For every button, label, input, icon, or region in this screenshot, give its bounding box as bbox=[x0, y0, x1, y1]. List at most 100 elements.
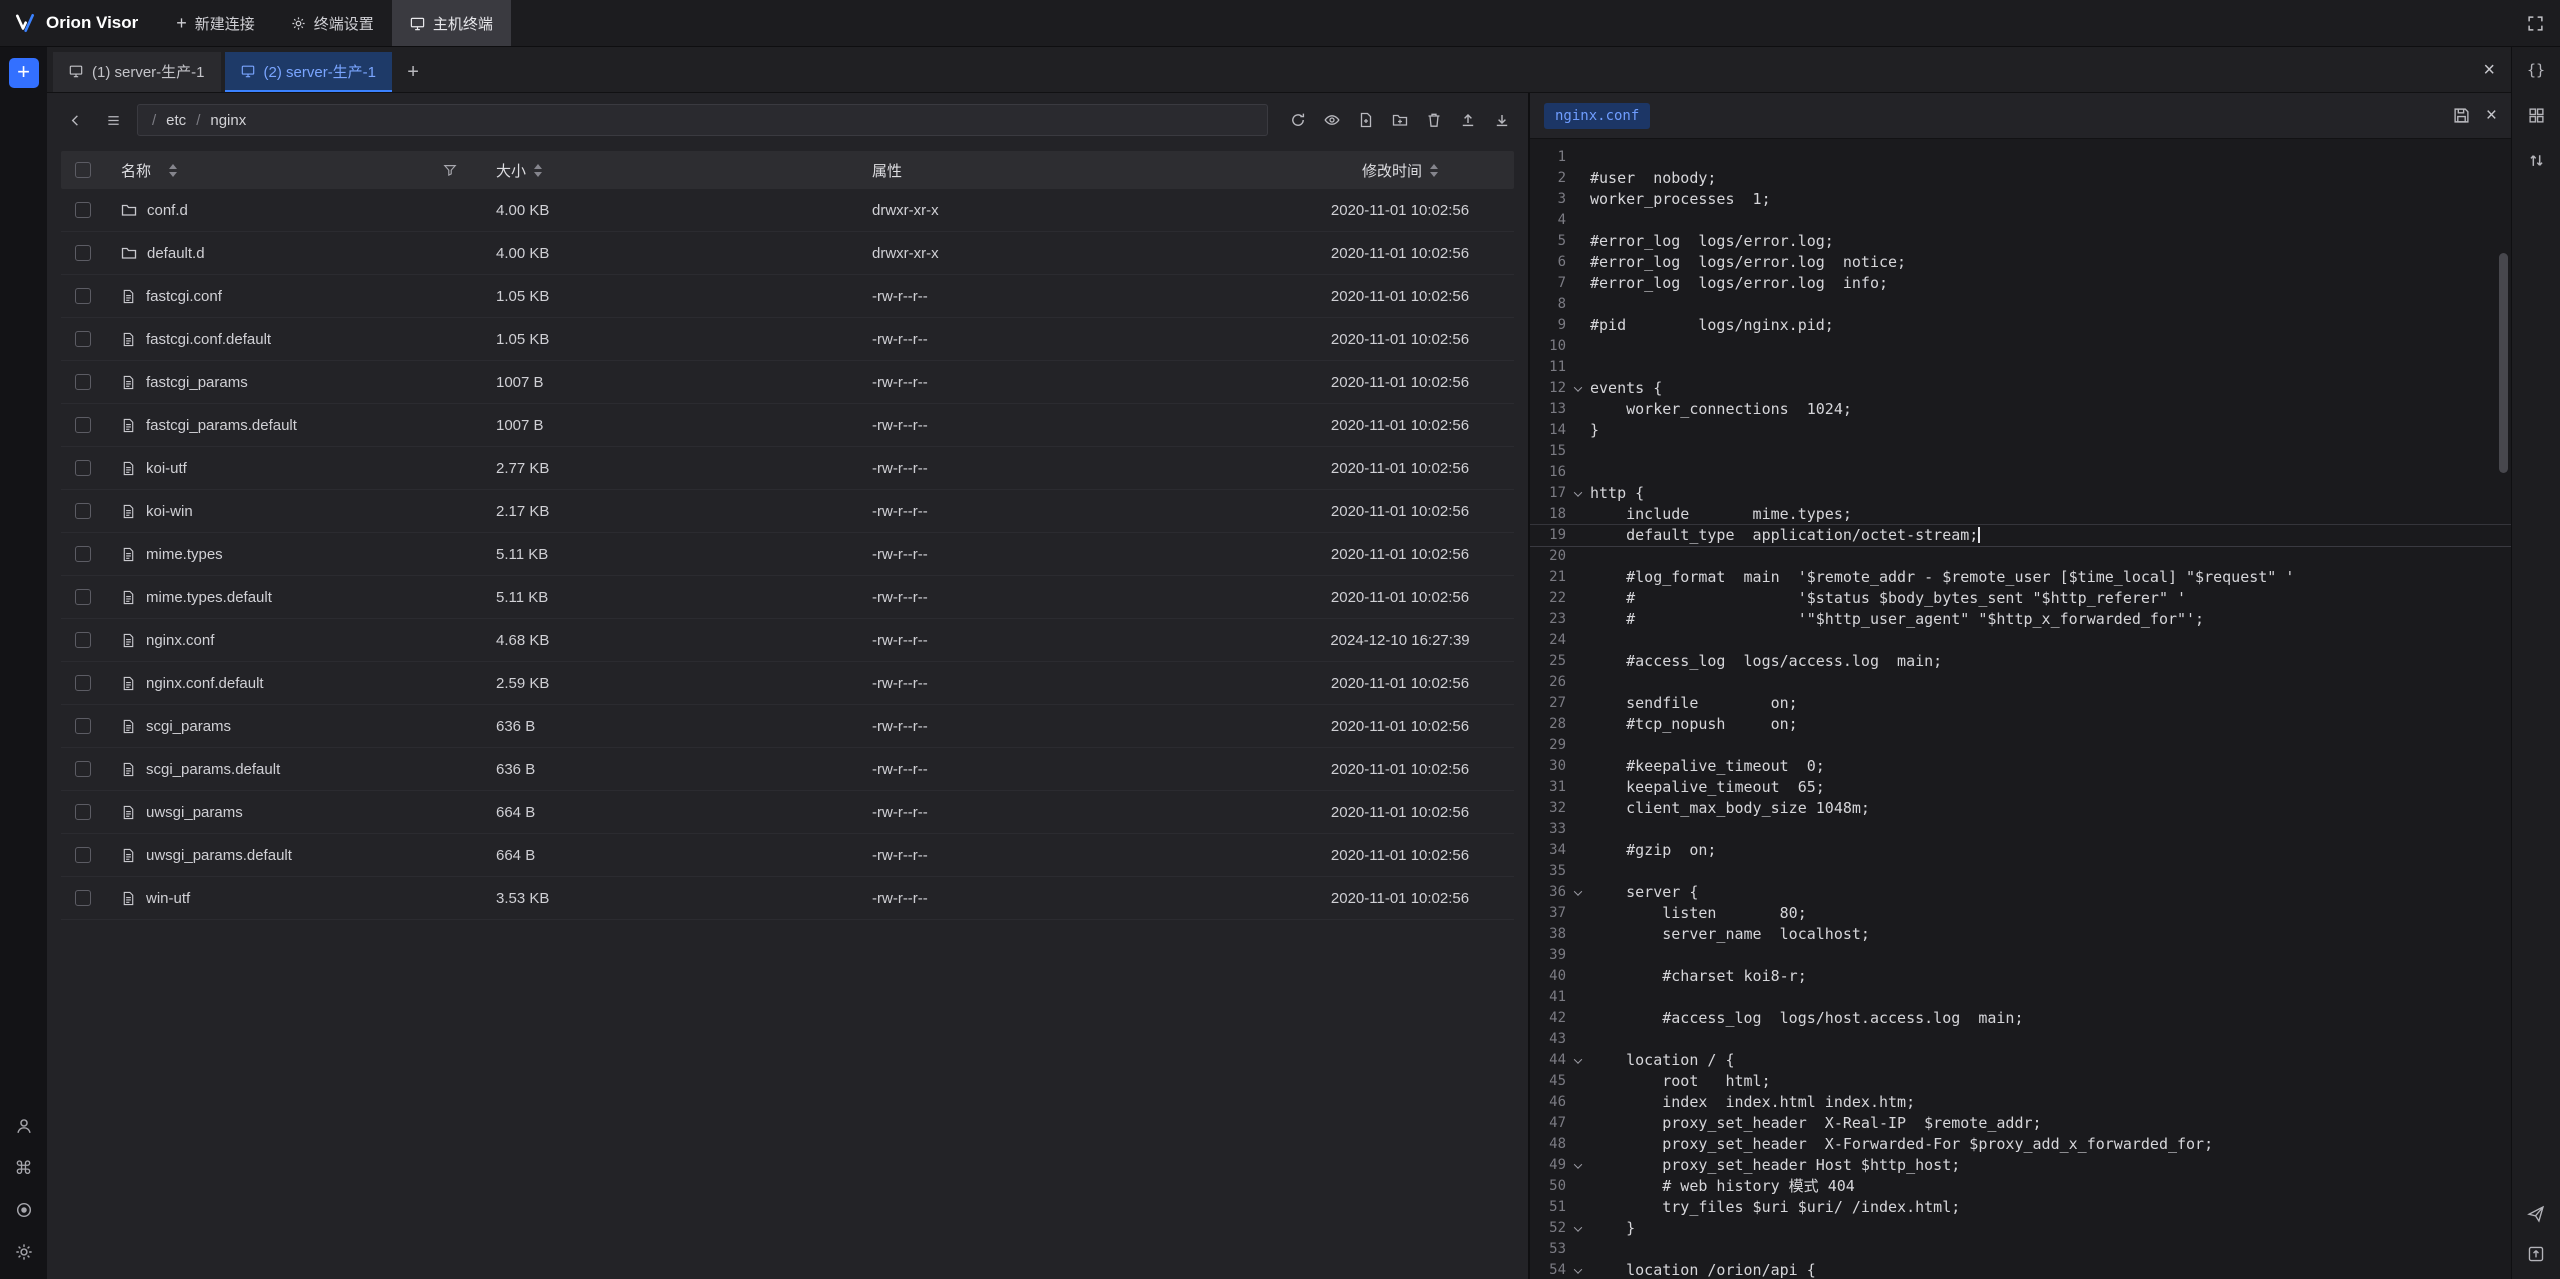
command-shortcut-icon[interactable]: ⌘ bbox=[15, 1159, 33, 1177]
code-line[interactable]: 46 index index.html index.htm; bbox=[1530, 1092, 2511, 1113]
close-panel-icon[interactable]: × bbox=[2483, 60, 2495, 80]
code-line[interactable]: 32 client_max_body_size 1048m; bbox=[1530, 798, 2511, 819]
screenshot-box-icon[interactable] bbox=[2527, 1245, 2545, 1263]
code-line[interactable]: 17http { bbox=[1530, 483, 2511, 504]
code-line[interactable]: 52 } bbox=[1530, 1218, 2511, 1239]
nav-item-new-connection[interactable]: + 新建连接 bbox=[158, 0, 273, 46]
new-folder-icon[interactable] bbox=[1392, 112, 1408, 128]
table-row[interactable]: koi-win2.17 KB-rw-r--r--2020-11-01 10:02… bbox=[61, 490, 1514, 533]
code-line[interactable]: 11 bbox=[1530, 357, 2511, 378]
fold-chevron-icon[interactable] bbox=[1566, 1050, 1590, 1071]
upload-icon[interactable] bbox=[1460, 112, 1476, 128]
path-segment[interactable]: etc bbox=[166, 112, 186, 129]
fold-chevron-icon[interactable] bbox=[1566, 483, 1590, 504]
editor-close-icon[interactable]: × bbox=[2486, 107, 2497, 125]
code-line[interactable]: 39 bbox=[1530, 945, 2511, 966]
row-checkbox[interactable] bbox=[75, 675, 91, 691]
code-line[interactable]: 50 # web history 模式 404 bbox=[1530, 1176, 2511, 1197]
row-checkbox[interactable] bbox=[75, 804, 91, 820]
code-line[interactable]: 10 bbox=[1530, 336, 2511, 357]
code-line[interactable]: 43 bbox=[1530, 1029, 2511, 1050]
row-checkbox[interactable] bbox=[75, 288, 91, 304]
table-row[interactable]: mime.types.default5.11 KB-rw-r--r--2020-… bbox=[61, 576, 1514, 619]
swap-vertical-icon[interactable] bbox=[2528, 152, 2545, 169]
row-checkbox[interactable] bbox=[75, 245, 91, 261]
code-line[interactable]: 3worker_processes 1; bbox=[1530, 189, 2511, 210]
file-name[interactable]: conf.d bbox=[147, 202, 188, 219]
code-braces-icon[interactable]: {} bbox=[2527, 61, 2545, 79]
row-checkbox[interactable] bbox=[75, 718, 91, 734]
column-header-name[interactable]: 名称 bbox=[121, 160, 151, 181]
new-file-icon[interactable] bbox=[1358, 112, 1374, 128]
file-name[interactable]: scgi_params bbox=[146, 718, 231, 735]
download-icon[interactable] bbox=[1494, 112, 1510, 128]
fold-chevron-icon[interactable] bbox=[1566, 1218, 1590, 1239]
file-name[interactable]: fastcgi_params bbox=[146, 374, 248, 391]
list-view-icon[interactable] bbox=[99, 106, 127, 134]
nav-item-terminal-settings[interactable]: 终端设置 bbox=[273, 0, 392, 46]
table-row[interactable]: fastcgi_params.default1007 B-rw-r--r--20… bbox=[61, 404, 1514, 447]
file-name[interactable]: koi-utf bbox=[146, 460, 187, 477]
code-line[interactable]: 8 bbox=[1530, 294, 2511, 315]
file-name[interactable]: fastcgi.conf bbox=[146, 288, 222, 305]
table-row[interactable]: nginx.conf.default2.59 KB-rw-r--r--2020-… bbox=[61, 662, 1514, 705]
code-line[interactable]: 18 include mime.types; bbox=[1530, 504, 2511, 525]
code-line[interactable]: 24 bbox=[1530, 630, 2511, 651]
fold-chevron-icon[interactable] bbox=[1566, 1260, 1590, 1279]
filter-funnel-icon[interactable] bbox=[443, 163, 457, 177]
file-name[interactable]: default.d bbox=[147, 245, 205, 262]
code-line[interactable]: 23 # '"$http_user_agent" "$http_x_forwar… bbox=[1530, 609, 2511, 630]
code-line[interactable]: 14} bbox=[1530, 420, 2511, 441]
file-name[interactable]: nginx.conf.default bbox=[146, 675, 264, 692]
code-line[interactable]: 54 location /orion/api { bbox=[1530, 1260, 2511, 1279]
code-line[interactable]: 12events { bbox=[1530, 378, 2511, 399]
code-line[interactable]: 1 bbox=[1530, 147, 2511, 168]
code-line[interactable]: 26 bbox=[1530, 672, 2511, 693]
code-line[interactable]: 15 bbox=[1530, 441, 2511, 462]
fold-chevron-icon[interactable] bbox=[1566, 1155, 1590, 1176]
table-row[interactable]: scgi_params636 B-rw-r--r--2020-11-01 10:… bbox=[61, 705, 1514, 748]
code-area[interactable]: 12#user nobody;3worker_processes 1;45#er… bbox=[1530, 139, 2511, 1279]
code-line[interactable]: 16 bbox=[1530, 462, 2511, 483]
row-checkbox[interactable] bbox=[75, 503, 91, 519]
file-name[interactable]: uwsgi_params bbox=[146, 804, 243, 821]
table-row[interactable]: conf.d4.00 KBdrwxr-xr-x2020-11-01 10:02:… bbox=[61, 189, 1514, 232]
file-name[interactable]: win-utf bbox=[146, 890, 190, 907]
select-all-checkbox[interactable] bbox=[75, 162, 91, 178]
code-line[interactable]: 44 location / { bbox=[1530, 1050, 2511, 1071]
back-button[interactable] bbox=[61, 106, 89, 134]
code-line[interactable]: 21 #log_format main '$remote_addr - $rem… bbox=[1530, 567, 2511, 588]
delete-trash-icon[interactable] bbox=[1426, 112, 1442, 128]
code-line[interactable]: 29 bbox=[1530, 735, 2511, 756]
row-checkbox[interactable] bbox=[75, 331, 91, 347]
editor-scrollbar[interactable] bbox=[2499, 253, 2508, 473]
table-row[interactable]: default.d4.00 KBdrwxr-xr-x2020-11-01 10:… bbox=[61, 232, 1514, 275]
table-row[interactable]: mime.types5.11 KB-rw-r--r--2020-11-01 10… bbox=[61, 533, 1514, 576]
new-tab-primary-button[interactable]: + bbox=[9, 58, 39, 88]
file-name[interactable]: koi-win bbox=[146, 503, 193, 520]
table-row[interactable]: uwsgi_params.default664 B-rw-r--r--2020-… bbox=[61, 834, 1514, 877]
table-row[interactable]: fastcgi.conf1.05 KB-rw-r--r--2020-11-01 … bbox=[61, 275, 1514, 318]
table-row[interactable]: scgi_params.default636 B-rw-r--r--2020-1… bbox=[61, 748, 1514, 791]
table-row[interactable]: win-utf3.53 KB-rw-r--r--2020-11-01 10:02… bbox=[61, 877, 1514, 920]
fold-chevron-icon[interactable] bbox=[1566, 882, 1590, 903]
file-name[interactable]: mime.types.default bbox=[146, 589, 272, 606]
table-row[interactable]: fastcgi.conf.default1.05 KB-rw-r--r--202… bbox=[61, 318, 1514, 361]
tab-server-2[interactable]: (2) server-生产-1 bbox=[225, 52, 393, 92]
file-name[interactable]: scgi_params.default bbox=[146, 761, 280, 778]
sort-mtime-icon[interactable] bbox=[1430, 164, 1438, 177]
save-icon[interactable] bbox=[2453, 107, 2470, 124]
sort-size-icon[interactable] bbox=[534, 164, 542, 177]
show-hidden-eye-icon[interactable] bbox=[1324, 112, 1340, 128]
file-name[interactable]: uwsgi_params.default bbox=[146, 847, 292, 864]
row-checkbox[interactable] bbox=[75, 546, 91, 562]
file-name[interactable]: fastcgi_params.default bbox=[146, 417, 297, 434]
code-line[interactable]: 47 proxy_set_header X-Real-IP $remote_ad… bbox=[1530, 1113, 2511, 1134]
code-line[interactable]: 5#error_log logs/error.log; bbox=[1530, 231, 2511, 252]
code-line[interactable]: 6#error_log logs/error.log notice; bbox=[1530, 252, 2511, 273]
row-checkbox[interactable] bbox=[75, 589, 91, 605]
table-row[interactable]: koi-utf2.77 KB-rw-r--r--2020-11-01 10:02… bbox=[61, 447, 1514, 490]
code-line[interactable]: 38 server_name localhost; bbox=[1530, 924, 2511, 945]
code-line[interactable]: 13 worker_connections 1024; bbox=[1530, 399, 2511, 420]
send-command-icon[interactable] bbox=[2527, 1205, 2545, 1223]
